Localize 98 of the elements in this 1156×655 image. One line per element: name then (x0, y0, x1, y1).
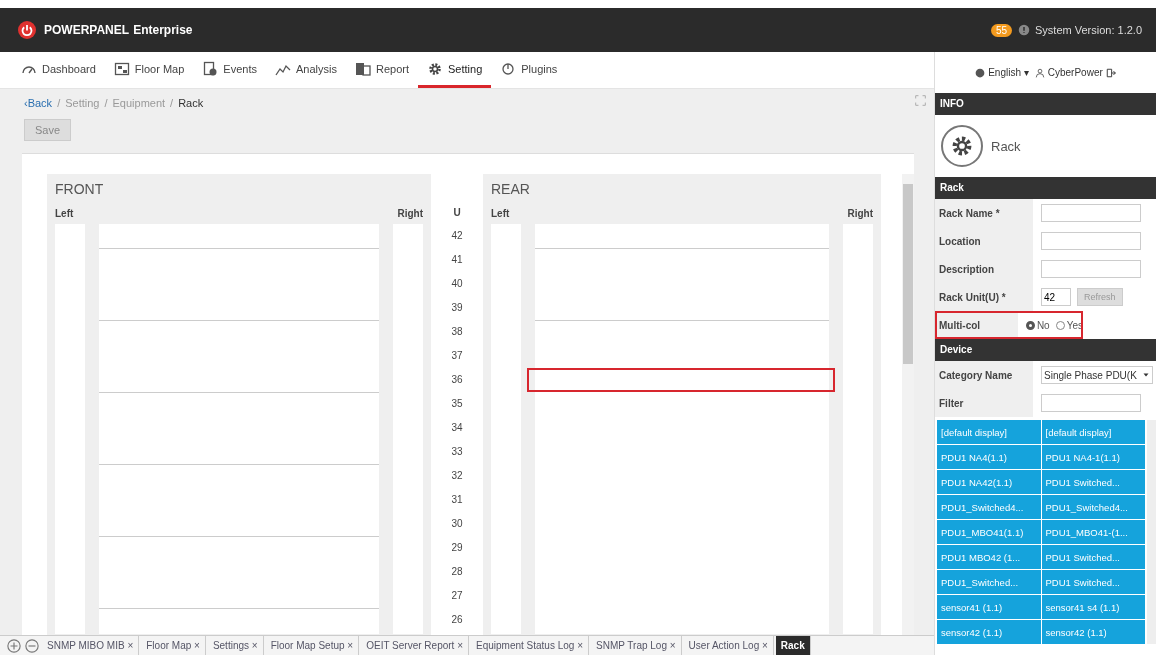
device-item[interactable]: PDU1 MBO42 (1... (937, 545, 1041, 569)
section-header: INFO (935, 93, 1156, 115)
device-item[interactable]: PDU1 NA42(1.1) (937, 470, 1041, 494)
breadcrumb-separator: / (170, 97, 174, 109)
device-item[interactable]: PDU1 Switched... (1041, 545, 1145, 569)
device-item[interactable]: [default display] (1041, 420, 1145, 444)
logout-icon (1105, 67, 1116, 78)
unit-header: U (453, 206, 461, 220)
nav-tab[interactable]: Report (345, 52, 418, 88)
unit-number: 28 (451, 565, 463, 579)
unit-number: 40 (451, 277, 463, 291)
unit-number: 41 (451, 253, 463, 267)
device-item[interactable]: PDU1_MBO41(1.1) (937, 520, 1041, 544)
breadcrumb-link[interactable]: Equipment (112, 97, 166, 109)
radio-option[interactable]: No (1025, 319, 1050, 331)
unit-number: 42 (451, 229, 463, 243)
unit-number: 37 (451, 349, 463, 363)
info-name: Rack (991, 138, 1021, 154)
device-item[interactable]: sensor42 (1.1) (1041, 620, 1145, 644)
zoom-out-button[interactable] (24, 636, 40, 655)
unit-number: 34 (451, 421, 463, 435)
unit-number: 32 (451, 469, 463, 483)
plus-icon (7, 638, 21, 653)
device-item[interactable]: PDU1_MBO41-(1... (1041, 520, 1145, 544)
column-label: Left (491, 207, 510, 219)
device-item[interactable]: sensor42 (1.1) (937, 620, 1041, 644)
field-label: Location (935, 227, 1033, 255)
globe-icon (975, 67, 986, 78)
brand-edition: Enterprise (133, 23, 193, 37)
scrollbar[interactable] (902, 174, 914, 635)
minus-icon (25, 638, 39, 653)
field-label: Description (935, 255, 1033, 283)
unit-number: 33 (451, 445, 463, 459)
panel-title: REAR (491, 180, 531, 199)
input-field[interactable] (1041, 232, 1141, 250)
device-item[interactable]: PDU1 Switched... (1041, 570, 1145, 594)
nav-tab[interactable]: Dashboard (12, 52, 105, 88)
nav-tab[interactable]: Events (193, 52, 266, 88)
caret-icon (1142, 371, 1150, 379)
filter-field[interactable] (1041, 394, 1141, 412)
unit-number: 35 (451, 397, 463, 411)
back-link[interactable]: ‹Back (24, 97, 53, 109)
category-select[interactable]: Single Phase PDU(K (1041, 366, 1153, 384)
device-item[interactable]: PDU1 Switched... (1041, 470, 1145, 494)
device-item[interactable]: sensor41 s4 (1.1) (1041, 595, 1145, 619)
device-item[interactable]: PDU1 NA4(1.1) (937, 445, 1041, 469)
input-field[interactable] (1041, 260, 1141, 278)
plugin-icon (500, 60, 517, 77)
field-label: Rack Name * (935, 199, 1033, 227)
breadcrumb-link[interactable]: Setting (65, 97, 100, 109)
nav-tab[interactable]: Floor Map (104, 52, 194, 88)
section-header: Device (935, 339, 1156, 361)
breadcrumb-current: Rack (178, 97, 204, 109)
unit-number: 39 (451, 301, 463, 315)
document-icon (202, 60, 219, 77)
device-item[interactable]: PDU1_Switched... (937, 570, 1041, 594)
field-label: Filter (935, 389, 1033, 417)
unit-number: 26 (451, 613, 463, 627)
expand-icon (915, 95, 926, 106)
selected-slot[interactable] (527, 368, 835, 392)
device-item[interactable]: [default display] (937, 420, 1041, 444)
info-icon (1018, 24, 1030, 36)
unit-number: 36 (451, 373, 463, 387)
nav-tab[interactable]: Plugins (491, 52, 567, 88)
version-text: System Version: 1.2.0 (1035, 24, 1142, 36)
device-item[interactable]: PDU1_Switched4... (937, 495, 1041, 519)
select-value: Single Phase PDU(K (1044, 369, 1137, 381)
device-item[interactable]: PDU1 NA4-1(1.1) (1041, 445, 1145, 469)
device-item[interactable]: sensor41 (1.1) (937, 595, 1041, 619)
language-menu[interactable]: English ▾ (975, 67, 1029, 78)
input-field[interactable] (1041, 204, 1141, 222)
unit-number: 31 (451, 493, 463, 507)
map-icon (113, 60, 130, 77)
column-label: Left (55, 207, 74, 219)
field-label: Multi-col (935, 311, 1018, 339)
nav-tab[interactable]: Analysis (266, 52, 346, 88)
column-label: Right (847, 207, 873, 219)
page-tab[interactable]: Rack (775, 636, 811, 655)
device-item[interactable]: PDU1_Switched4... (1041, 495, 1145, 519)
section-header: Rack (935, 177, 1156, 199)
field-label: Rack Unit(U) * (935, 283, 1033, 311)
breadcrumb-separator: / (57, 97, 61, 109)
field-label: Category Name (935, 361, 1033, 389)
breadcrumb-separator: / (104, 97, 108, 109)
brand-name: POWERPANEL (44, 23, 130, 37)
unit-number: 30 (451, 517, 463, 531)
zoom-in-button[interactable] (6, 636, 22, 655)
user-icon (1034, 67, 1045, 78)
settings-icon (427, 60, 443, 77)
user-menu[interactable]: CyberPower (1034, 67, 1116, 78)
panel-title: FRONT (55, 180, 105, 199)
logo-icon (18, 21, 36, 39)
column-label: Right (397, 207, 423, 219)
unit-number: 29 (451, 541, 463, 555)
unit-number: 27 (451, 589, 463, 603)
report-icon (354, 60, 371, 77)
save-button[interactable]: Save (24, 119, 72, 141)
unit-number: 38 (451, 325, 463, 339)
